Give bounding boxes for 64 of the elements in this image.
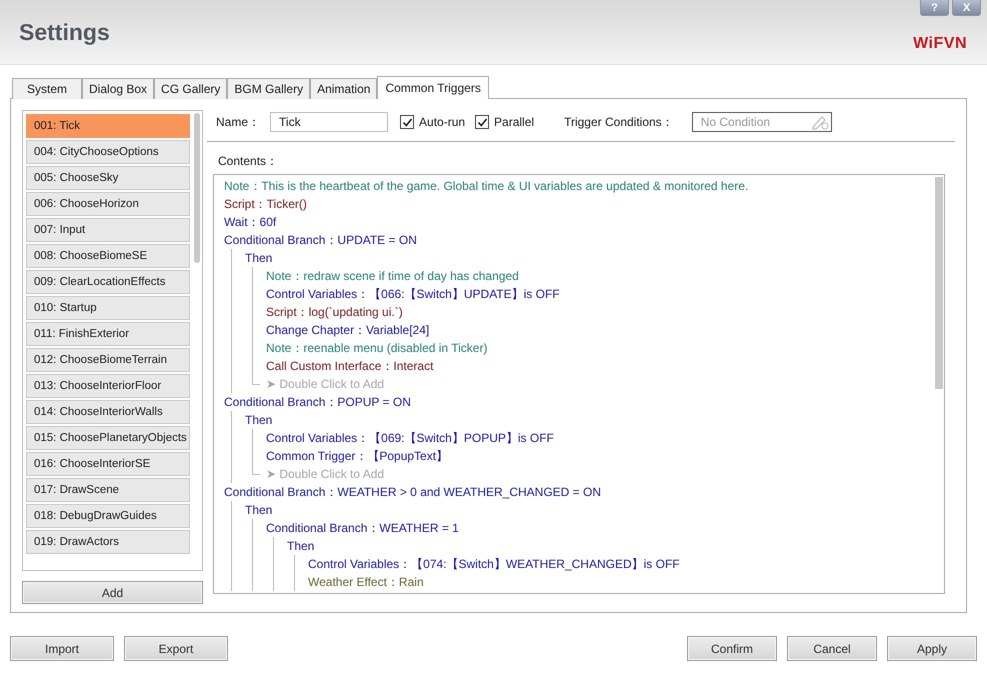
script-line[interactable]: Conditional Branch：WEATHER = 1	[266, 520, 459, 536]
script-line[interactable]: Conditional Branch：WEATHER > 0 and WEATHER_CHANGED = ON	[224, 484, 602, 500]
trigger-item[interactable]: 005: ChooseSky	[26, 166, 190, 190]
script-line[interactable]: Then	[245, 251, 272, 265]
tab[interactable]: Common Triggers	[377, 76, 489, 99]
script-line[interactable]: Weather Effect：Rain	[308, 574, 424, 590]
scrollbar[interactable]	[935, 177, 943, 389]
tab[interactable]: CG Gallery	[154, 78, 228, 99]
script-line[interactable]: Then	[245, 413, 272, 427]
script-line[interactable]: Wait：60f	[224, 214, 276, 230]
footer-button[interactable]: Apply	[887, 636, 977, 661]
trigger-item[interactable]: 012: ChooseBiomeTerrain	[26, 348, 190, 372]
script-line[interactable]: Note：redraw scene if time of day has changed	[266, 268, 519, 284]
trigger-item[interactable]: 004: CityChooseOptions	[26, 140, 190, 164]
trigger-item[interactable]: 011: FinishExterior	[26, 322, 190, 346]
checkbox[interactable]	[475, 115, 490, 129]
conditions-label: Trigger Conditions：	[564, 114, 674, 130]
tab[interactable]: Dialog Box	[82, 78, 154, 99]
conditions-field[interactable]: No Condition	[692, 112, 832, 132]
logo: WiFVN	[913, 35, 967, 53]
trigger-item[interactable]: 015: ChoosePlanetaryObjects	[26, 426, 190, 450]
tab[interactable]: System	[12, 78, 82, 99]
name-label: Name：	[216, 114, 260, 130]
tab[interactable]: Animation	[310, 78, 378, 99]
script-line[interactable]: Common Trigger：【PopupText】	[266, 448, 448, 464]
trigger-item[interactable]: 018: DebugDrawGuides	[26, 504, 190, 528]
script-line[interactable]: Note：reenable menu (disabled in Ticker)	[266, 340, 488, 356]
script-line[interactable]: Control Variables：【069:【Switch】POPUP】is OFF	[266, 430, 554, 446]
checkbox[interactable]	[400, 115, 414, 129]
edit-icon[interactable]	[810, 114, 829, 130]
tab[interactable]: BGM Gallery	[227, 78, 310, 99]
trigger-item[interactable]: 017: DrawScene	[26, 478, 190, 502]
footer-button[interactable]: Confirm	[687, 636, 777, 661]
footer-button[interactable]: Import	[10, 636, 114, 661]
trigger-item[interactable]: 013: ChooseInteriorFloor	[26, 374, 190, 398]
name-field[interactable]: Tick	[270, 112, 388, 132]
trigger-item[interactable]: 019: DrawActors	[26, 530, 190, 554]
scrollbar[interactable]	[194, 113, 200, 263]
script-line[interactable]: Then	[287, 539, 314, 553]
script-line[interactable]: Script：log(`updating ui.`)	[266, 304, 403, 320]
script-line[interactable]: Then	[245, 503, 272, 517]
checkbox-label: Auto-run	[419, 115, 466, 129]
script-line[interactable]: Call Custom Interface：Interact	[266, 358, 434, 374]
script-line[interactable]: Conditional Branch：UPDATE = ON	[224, 232, 417, 248]
trigger-item[interactable]: 008: ChooseBiomeSE	[26, 244, 190, 268]
add-button[interactable]: Add	[22, 581, 203, 604]
trigger-item[interactable]: 016: ChooseInteriorSE	[26, 452, 190, 476]
trigger-item[interactable]: 010: Startup	[26, 296, 190, 320]
script-line[interactable]: Note：This is the heartbeat of the game. Global time & UI variables are updated & monitored here.	[224, 178, 748, 194]
script-line[interactable]: Control Variables：【066:【Switch】UPDATE】is OFF	[266, 286, 560, 302]
script-line[interactable]: Conditional Branch：POPUP = ON	[224, 394, 411, 410]
script-line[interactable]: Change Chapter：Variable[24]	[266, 322, 430, 338]
footer-button[interactable]: Cancel	[787, 636, 877, 661]
trigger-item[interactable]: 007: Input	[26, 218, 190, 242]
script-line[interactable]: Script：Ticker()	[224, 196, 307, 212]
trigger-item[interactable]: 009: ClearLocationEffects	[26, 270, 190, 294]
footer-button[interactable]: Export	[124, 636, 228, 661]
trigger-item[interactable]: 006: ChooseHorizon	[26, 192, 190, 216]
checkbox-label: Parallel	[494, 115, 534, 129]
trigger-item[interactable]: 001: Tick	[26, 114, 190, 138]
window-title: Settings	[19, 18, 110, 46]
script-line[interactable]: Control Variables：【074:【Switch】WEATHER_CHANGED】is OFF	[308, 556, 680, 572]
trigger-item[interactable]: 014: ChooseInteriorWalls	[26, 400, 190, 424]
contents-label: Contents：	[218, 153, 278, 170]
